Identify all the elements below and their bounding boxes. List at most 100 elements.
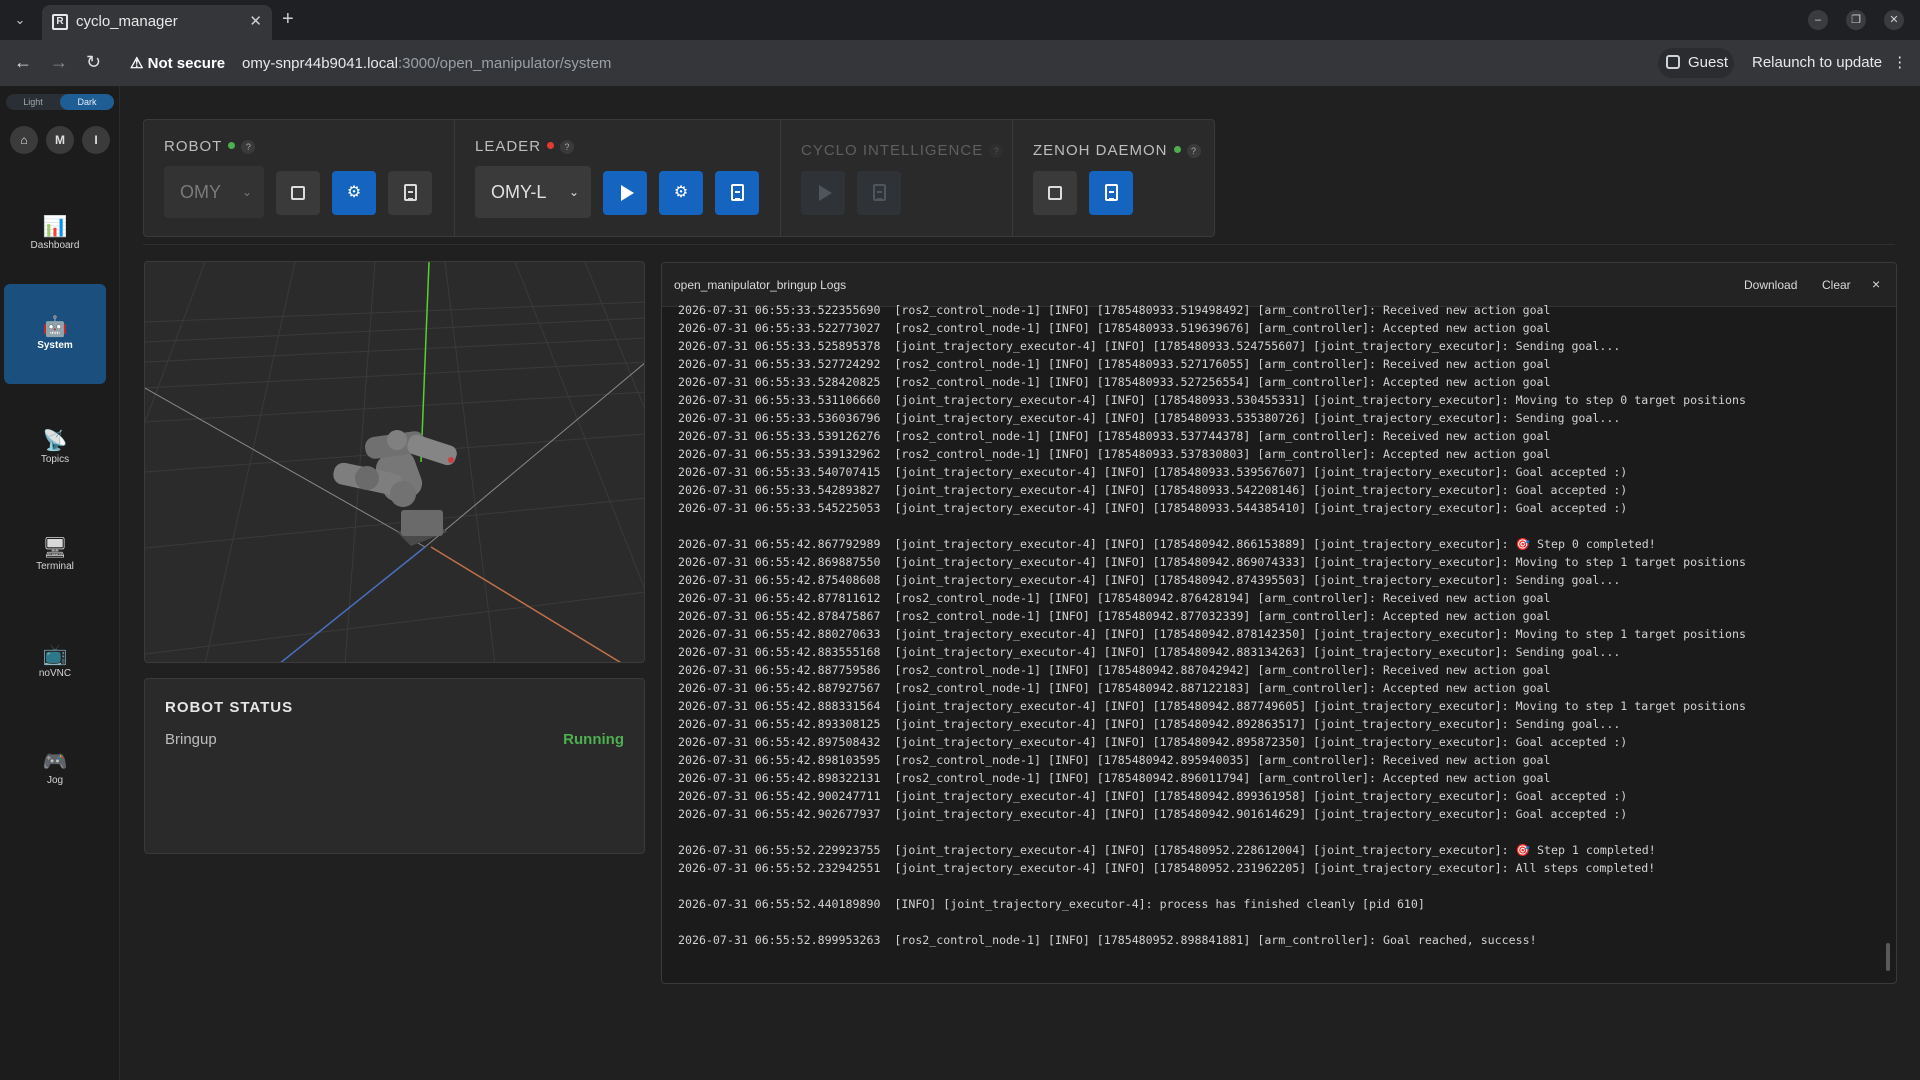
logs-scroll-thumb[interactable]	[1886, 943, 1890, 971]
cyclo-group-title: CYCLO INTELLIGENCE?	[801, 142, 1004, 159]
robot-settings-button[interactable]: ⚙	[332, 171, 376, 215]
profile-label: Guest	[1688, 54, 1729, 71]
log-line: 2026-07-31 06:55:42.878475867 [ros2_cont…	[678, 609, 1551, 623]
zenoh-group-title: ZENOH DAEMON?	[1033, 142, 1201, 159]
tab-close-icon[interactable]: ✕	[249, 12, 262, 30]
leader-help-icon[interactable]: ?	[560, 140, 575, 154]
forward-icon[interactable]: →	[50, 52, 68, 72]
log-line: 2026-07-31 06:55:42.867792989 [joint_tra…	[678, 537, 1656, 551]
sidebar-item-dashboard[interactable]: 📊 Dashboard	[4, 194, 106, 294]
stop-icon	[1048, 185, 1062, 200]
x-axis-line	[430, 546, 622, 662]
clear-button[interactable]: Clear	[1822, 278, 1851, 292]
cyclo-start-button[interactable]	[801, 171, 845, 215]
back-icon[interactable]: ←	[14, 52, 32, 72]
leader-select[interactable]: OMY-L ⌄	[475, 166, 591, 218]
sidebar-item-label: System	[37, 340, 73, 351]
sidebar-item-label: noVNC	[38, 668, 72, 679]
leader-logs-button[interactable]	[715, 171, 759, 215]
profile-button[interactable]: Guest	[1658, 48, 1734, 78]
close-icon[interactable]: ×	[1872, 276, 1880, 292]
robot-logs-button[interactable]	[388, 171, 432, 215]
kebab-menu-icon[interactable]: ⋮	[1892, 54, 1907, 71]
log-line: 2026-07-31 06:55:33.539132962 [ros2_cont…	[678, 447, 1551, 461]
zenoh-stop-button[interactable]	[1033, 171, 1077, 215]
cyclo-help-icon[interactable]: ?	[989, 144, 1004, 158]
terminal-icon: 🖥	[42, 537, 68, 559]
document-icon	[403, 184, 417, 202]
new-tab-icon[interactable]: +	[282, 8, 294, 30]
cyclo-logs-button[interactable]	[857, 171, 901, 215]
log-line: 2026-07-31 06:55:52.232942551 [joint_tra…	[678, 861, 1656, 875]
log-line: 2026-07-31 06:55:52.440189890 [INFO] [jo…	[678, 897, 1425, 911]
bringup-status-value: Running	[563, 731, 624, 748]
home-button[interactable]: ⌂	[10, 126, 38, 154]
theme-dark-option[interactable]: Dark	[60, 94, 114, 110]
robot-select-value: OMY	[180, 182, 222, 202]
robot-status-title: ROBOT STATUS	[165, 699, 294, 716]
log-line: 2026-07-31 06:55:33.527724292 [ros2_cont…	[678, 357, 1551, 371]
zenoh-help-icon[interactable]: ?	[1186, 144, 1201, 158]
logs-panel: open_manipulator_bringup Logs Download C…	[661, 262, 1897, 984]
security-chip[interactable]: ⚠ Not secure	[130, 54, 225, 72]
url-text[interactable]: omy-snpr44b9041.local:3000/open_manipula…	[242, 55, 611, 72]
leader-start-button[interactable]	[603, 171, 647, 215]
minimize-icon[interactable]: –	[1808, 10, 1828, 30]
restore-icon[interactable]: ❐	[1846, 10, 1866, 30]
log-line: 2026-07-31 06:55:42.902677937 [joint_tra…	[678, 807, 1628, 821]
zenoh-logs-button[interactable]	[1089, 171, 1133, 215]
browser-toolbar: ← → ↻ ⚠ Not secure omy-snpr44b9041.local…	[0, 40, 1920, 86]
browser-tab[interactable]: R cyclo_manager ✕	[42, 5, 272, 40]
log-line: 2026-07-31 06:55:42.877811612 [ros2_cont…	[678, 591, 1551, 605]
log-line: 2026-07-31 06:55:33.536036796 [joint_tra…	[678, 411, 1621, 425]
dashboard-icon: 📊	[42, 216, 68, 238]
logs-scrollbar[interactable]	[1886, 309, 1894, 979]
log-line: 2026-07-31 06:55:42.898322131 [ros2_cont…	[678, 771, 1551, 785]
viewer-canvas	[145, 262, 644, 662]
sidebar-item-topics[interactable]: 📡 Topics	[4, 408, 106, 508]
leader-settings-button[interactable]: ⚙	[659, 171, 703, 215]
robot-status-dot	[228, 142, 236, 149]
favicon-icon: R	[52, 14, 68, 30]
reload-icon[interactable]: ↻	[86, 52, 101, 72]
sidebar-item-novnc[interactable]: 📺 noVNC	[4, 622, 106, 722]
robot-title: ROBOT	[164, 138, 223, 155]
app-root: Light Dark ⌂ M I 📊 Dashboard 🤖 System 📡 …	[0, 86, 1920, 1080]
theme-toggle[interactable]: Light Dark	[6, 94, 114, 110]
logs-title: open_manipulator_bringup Logs	[674, 278, 847, 292]
jog-icon: 🎮	[42, 751, 68, 773]
quick-button-i[interactable]: I	[82, 126, 110, 154]
z-axis-line	[420, 262, 430, 463]
logs-output[interactable]: 2026-07-31 06:55:33.522355690 [ros2_cont…	[678, 301, 1868, 981]
log-line: 2026-07-31 06:55:33.531106660 [joint_tra…	[678, 393, 1746, 407]
log-line: 2026-07-31 06:55:42.883555168 [joint_tra…	[678, 645, 1621, 659]
url-path: :3000/open_manipulator/system	[397, 55, 612, 72]
window-close-icon[interactable]: ✕	[1884, 10, 1904, 30]
robot-stop-button[interactable]	[276, 171, 320, 215]
quick-button-m[interactable]: M	[46, 126, 74, 154]
sidebar-item-jog[interactable]: 🎮 Jog	[4, 729, 106, 829]
sidebar-item-label: Dashboard	[30, 240, 80, 251]
sidebar-item-label: Terminal	[36, 561, 74, 572]
tab-search-icon[interactable]: ⌄	[8, 8, 32, 32]
browser-tabstrip: ⌄ R cyclo_manager ✕ + – ❐ ✕	[0, 0, 1920, 40]
grid-axis-line	[424, 363, 644, 548]
download-button[interactable]: Download	[1744, 278, 1797, 292]
play-icon	[818, 184, 832, 201]
theme-light-option[interactable]: Light	[6, 94, 60, 110]
robot-help-icon[interactable]: ?	[241, 140, 256, 154]
address-bar[interactable]: ⚠ Not secure omy-snpr44b9041.local:3000/…	[122, 46, 1652, 80]
gear-icon: ⚙	[346, 184, 362, 201]
robot-3d-viewer[interactable]	[144, 261, 645, 663]
leader-select-value: OMY-L	[491, 182, 547, 202]
zenoh-group: ZENOH DAEMON?	[1012, 120, 1214, 236]
sidebar-item-system[interactable]: 🤖 System	[4, 284, 106, 384]
relaunch-button[interactable]: Relaunch to update ⋮	[1744, 48, 1912, 78]
sidebar-item-terminal[interactable]: 🖥 Terminal	[4, 515, 106, 615]
stop-icon	[291, 185, 305, 200]
chevron-down-icon: ⌄	[568, 185, 579, 199]
robot-select[interactable]: OMY ⌄	[164, 166, 264, 218]
